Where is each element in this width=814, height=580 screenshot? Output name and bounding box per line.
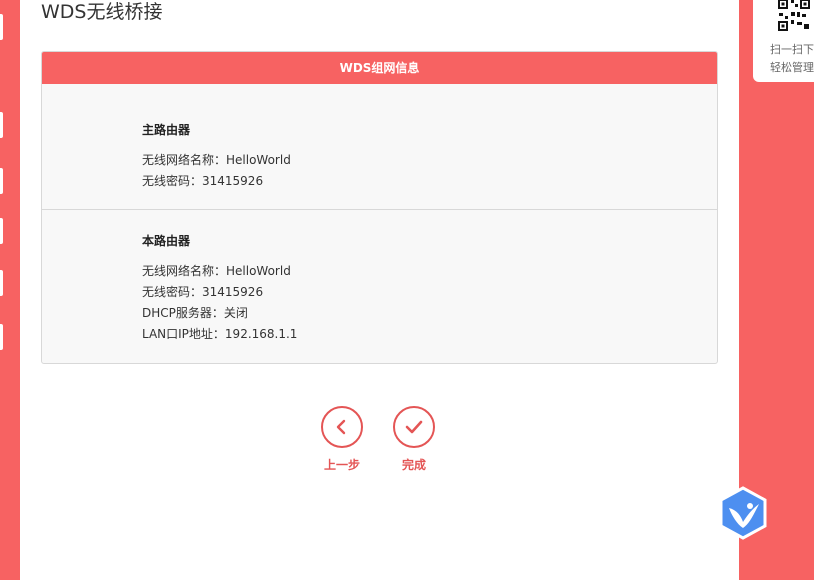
main-router-section: 主路由器 无线网络名称：HelloWorld 无线密码：31415926 [42,84,717,210]
finish-button[interactable]: 完成 [392,406,436,473]
left-nav-tab[interactable] [0,218,3,244]
panel-header: WDS组网信息 [42,52,717,84]
left-nav-tab[interactable] [0,324,3,350]
this-router-ssid: 无线网络名称：HelloWorld [142,264,291,278]
wds-info-panel: WDS组网信息 主路由器 无线网络名称：HelloWorld 无线密码：3141… [41,51,718,364]
main-router-ssid: 无线网络名称：HelloWorld [142,153,291,167]
qr-caption-line2: 轻松管理 [770,61,814,74]
this-router-title: 本路由器 [142,234,191,248]
qr-code-icon [777,0,811,32]
this-router-password: 无线密码：31415926 [142,285,264,299]
qr-card: 扫一扫下 轻松管理 [753,0,814,82]
left-nav-tab[interactable] [0,168,3,194]
chevron-left-icon[interactable] [321,406,363,448]
left-nav-tab[interactable] [0,112,3,138]
finish-label[interactable]: 完成 [392,456,436,473]
left-nav-tab[interactable] [0,14,3,40]
main-content: WDS无线桥接 WDS组网信息 主路由器 无线网络名称：HelloWorld 无… [20,0,739,580]
bird-icon[interactable] [717,486,769,540]
this-router-dhcp: DHCP服务器：关闭 [142,306,248,320]
page-title: WDS无线桥接 [41,1,163,23]
check-icon[interactable] [393,406,435,448]
left-nav-strip [0,0,20,580]
prev-button[interactable]: 上一步 [320,406,364,473]
qr-caption-line1: 扫一扫下 [770,43,814,56]
left-nav-tab[interactable] [0,270,3,296]
this-router-section: 本路由器 无线网络名称：HelloWorld 无线密码：31415926 DHC… [42,210,717,362]
main-router-title: 主路由器 [142,123,191,137]
prev-label[interactable]: 上一步 [320,456,364,473]
this-router-lan-ip: LAN口IP地址：192.168.1.1 [142,327,298,341]
main-router-password: 无线密码：31415926 [142,174,264,188]
